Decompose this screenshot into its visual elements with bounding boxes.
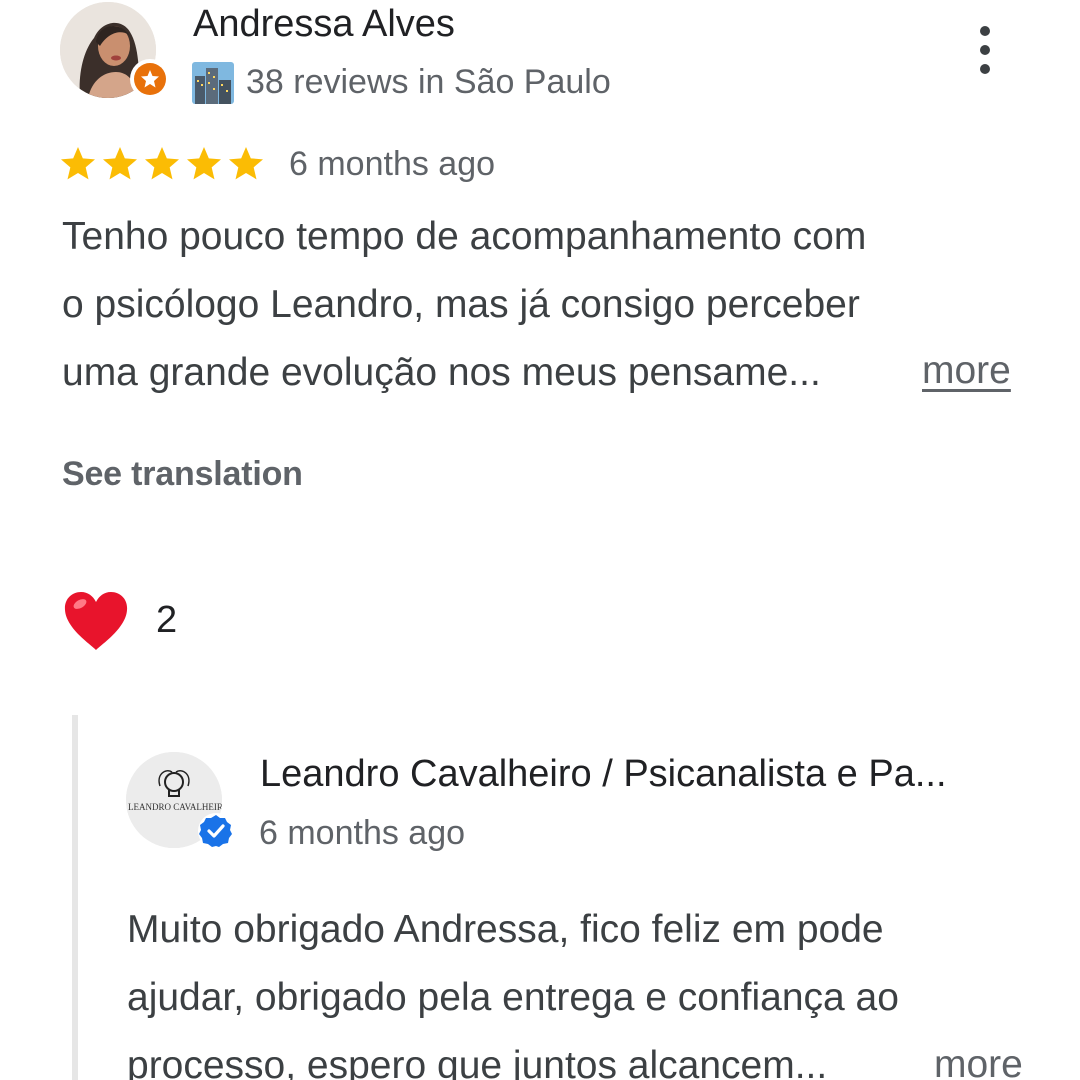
reply-text-line: processo, espero que juntos alcancem... — [127, 1044, 828, 1080]
heart-icon[interactable] — [62, 590, 130, 652]
reply-divider — [72, 715, 78, 1080]
review-card: Andressa Alves 38 reviews in São Paulo 6… — [0, 0, 1080, 1080]
star-icon — [103, 147, 137, 180]
verified-check-icon — [198, 813, 234, 849]
reviewer-name[interactable]: Andressa Alves — [193, 2, 455, 46]
reply-more-link[interactable]: more — [934, 1043, 1023, 1080]
star-icon — [145, 147, 179, 180]
reply-date: 6 months ago — [259, 814, 466, 852]
review-text-line: Tenho pouco tempo de acompanhamento com — [62, 215, 867, 258]
owner-name[interactable]: Leandro Cavalheiro / Psicanalista e Pa..… — [260, 751, 947, 797]
review-text-line: o psicólogo Leandro, mas já consigo perc… — [62, 283, 860, 326]
review-text: Tenho pouco tempo de acompanhamento com … — [62, 203, 1052, 407]
reply-text-line: Muito obrigado Andressa, fico feliz em p… — [127, 908, 884, 951]
reaction-count: 2 — [156, 599, 178, 641]
city-buildings-icon — [192, 62, 234, 104]
more-vert-icon[interactable] — [968, 26, 1002, 74]
review-text-line: uma grande evolução nos meus pensame... — [62, 351, 821, 394]
star-icon — [187, 147, 221, 180]
reply-text-line: ajudar, obrigado pela entrega e confianç… — [127, 976, 899, 1019]
reviewer-meta[interactable]: 38 reviews in São Paulo — [246, 60, 611, 104]
see-translation-link[interactable]: See translation — [62, 452, 303, 496]
reply-text: Muito obrigado Andressa, fico feliz em p… — [127, 896, 1057, 1080]
review-more-link[interactable]: more — [922, 349, 1011, 393]
star-icon — [229, 147, 263, 180]
local-guide-badge-icon — [130, 59, 170, 99]
star-rating — [58, 144, 266, 184]
star-icon — [61, 147, 95, 180]
review-date: 6 months ago — [289, 145, 496, 183]
